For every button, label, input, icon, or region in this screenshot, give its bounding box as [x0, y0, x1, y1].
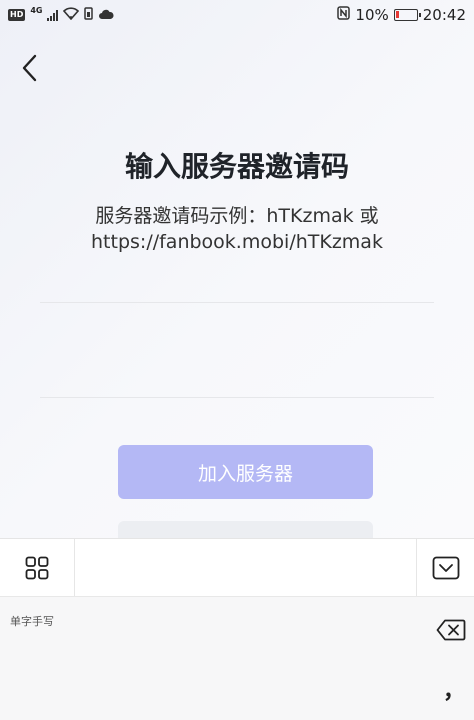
network-type: 4G — [30, 5, 43, 15]
status-bar-left: HD 4G — [8, 5, 115, 24]
keyboard-collapse-icon — [432, 556, 459, 579]
keyboard-collapse-button[interactable] — [416, 538, 474, 597]
status-bar: HD 4G 10% 20:42 — [0, 0, 474, 30]
weather-icon — [98, 6, 115, 24]
delete-button[interactable] — [434, 615, 468, 645]
invite-hint-line2: https://fanbook.mobi/hTKzmak — [91, 231, 383, 253]
keyboard-candidate-bar — [75, 539, 416, 597]
keyboard-mode-label: 单字手写 — [10, 615, 54, 628]
grid-icon — [25, 556, 49, 579]
backspace-icon — [436, 619, 466, 641]
signal-icon — [47, 9, 59, 21]
hd-badge: HD — [8, 9, 26, 21]
keyboard-toolbar — [0, 538, 474, 597]
sim-icon — [84, 6, 94, 24]
join-server-button[interactable]: 加入服务器 — [118, 445, 373, 499]
nfc-icon — [337, 6, 351, 24]
wifi-icon — [63, 6, 80, 24]
status-bar-right: 10% 20:42 — [337, 6, 466, 24]
page-title: 输入服务器邀请码 — [124, 150, 349, 183]
invite-hint-line1: 服务器邀请码示例：hTKzmak 或 — [95, 205, 379, 227]
battery-icon — [393, 9, 421, 21]
clock: 20:42 — [422, 6, 466, 24]
battery-percent: 10% — [355, 6, 389, 24]
invite-hint: 服务器邀请码示例：hTKzmak 或 https://fanbook.mobi/… — [40, 203, 434, 255]
comma-key[interactable]: ， — [442, 673, 466, 704]
back-button[interactable] — [12, 48, 46, 88]
invite-input-area — [40, 302, 434, 398]
invite-code-input[interactable] — [40, 303, 434, 397]
handwriting-panel[interactable]: 单字手写 ， — [0, 596, 474, 720]
chevron-left-icon — [22, 54, 37, 82]
keyboard-menu-button[interactable] — [0, 538, 75, 597]
